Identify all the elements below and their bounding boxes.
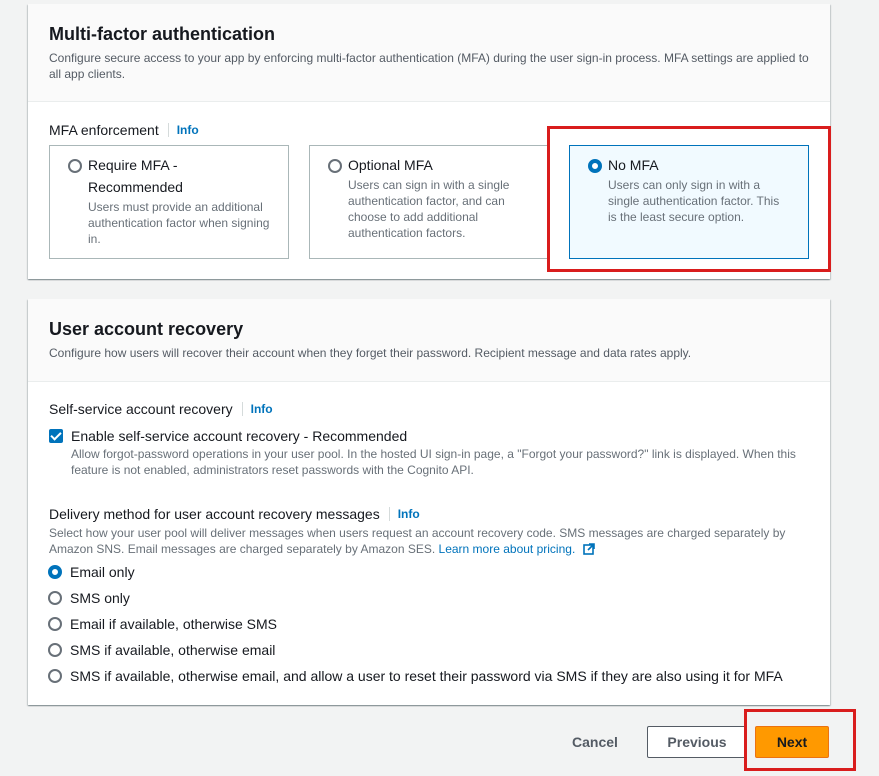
recovery-panel-header: User account recovery Configure how user… bbox=[28, 299, 830, 382]
delivery-option-label: SMS if available, otherwise email bbox=[70, 642, 276, 658]
delivery-label: Delivery method for user account recover… bbox=[49, 506, 380, 522]
delivery-description: Select how your user pool will deliver m… bbox=[49, 525, 809, 557]
delivery-desc-text: Select how your user pool will deliver m… bbox=[49, 526, 786, 556]
mfa-option-require[interactable]: Require MFA - Recommended Users must pro… bbox=[49, 145, 289, 259]
self-service-checkbox-desc: Allow forgot-password operations in your… bbox=[71, 447, 796, 477]
tile-desc-optional: Users can sign in with a single authenti… bbox=[348, 178, 510, 240]
tile-title-require: Require MFA - Recommended bbox=[88, 157, 183, 195]
recovery-panel: User account recovery Configure how user… bbox=[28, 299, 830, 705]
self-service-info-link[interactable]: Info bbox=[241, 402, 273, 416]
radio-optional-mfa[interactable] bbox=[328, 159, 342, 173]
radio-email-then-sms[interactable] bbox=[48, 617, 62, 631]
highlight-box-no-mfa bbox=[547, 126, 831, 272]
delivery-option-label: SMS if available, otherwise email, and a… bbox=[70, 668, 783, 684]
self-service-checkbox-label: Enable self-service account recovery - R… bbox=[71, 428, 408, 444]
delivery-option-email-then-sms[interactable]: Email if available, otherwise SMS bbox=[48, 616, 277, 632]
highlight-box-next bbox=[744, 709, 856, 771]
recovery-title: User account recovery bbox=[49, 319, 244, 339]
mfa-title: Multi-factor authentication bbox=[49, 24, 275, 44]
self-service-checkbox[interactable] bbox=[49, 429, 63, 443]
delivery-option-label: SMS only bbox=[70, 590, 130, 606]
delivery-option-label: Email only bbox=[70, 564, 135, 580]
delivery-option-sms-then-email[interactable]: SMS if available, otherwise email bbox=[48, 642, 275, 658]
radio-email-only[interactable] bbox=[48, 565, 62, 579]
self-service-label: Self-service account recovery bbox=[49, 401, 233, 417]
external-link-icon[interactable] bbox=[582, 543, 595, 555]
delivery-info-link[interactable]: Info bbox=[388, 507, 420, 521]
mfa-option-optional[interactable]: Optional MFA Users can sign in with a si… bbox=[309, 145, 549, 259]
delivery-option-sms-then-email-mfa[interactable]: SMS if available, otherwise email, and a… bbox=[48, 668, 783, 684]
mfa-enforcement-label-row: MFA enforcement Info bbox=[49, 122, 199, 138]
mfa-info-link[interactable]: Info bbox=[167, 123, 199, 137]
delivery-option-label: Email if available, otherwise SMS bbox=[70, 616, 277, 632]
learn-more-link[interactable]: Learn more about pricing. bbox=[439, 542, 576, 556]
self-service-label-row: Self-service account recovery Info bbox=[49, 401, 273, 417]
previous-button[interactable]: Previous bbox=[647, 726, 747, 758]
cancel-button[interactable]: Cancel bbox=[560, 726, 630, 758]
radio-sms-then-email-mfa[interactable] bbox=[48, 669, 62, 683]
self-service-checkbox-row[interactable]: Enable self-service account recovery - R… bbox=[49, 428, 407, 444]
delivery-option-sms-only[interactable]: SMS only bbox=[48, 590, 130, 606]
mfa-enforcement-label: MFA enforcement bbox=[49, 122, 159, 138]
mfa-panel-header: Multi-factor authentication Configure se… bbox=[28, 4, 830, 102]
radio-require-mfa[interactable] bbox=[68, 159, 82, 173]
radio-sms-only[interactable] bbox=[48, 591, 62, 605]
tile-desc-require: Users must provide an additional authent… bbox=[88, 200, 270, 246]
recovery-description: Configure how users will recover their a… bbox=[49, 346, 692, 360]
tile-title-optional: Optional MFA bbox=[348, 157, 433, 173]
delivery-label-row: Delivery method for user account recover… bbox=[49, 506, 420, 522]
radio-sms-then-email[interactable] bbox=[48, 643, 62, 657]
mfa-description: Configure secure access to your app by e… bbox=[49, 51, 809, 81]
delivery-option-email-only[interactable]: Email only bbox=[48, 564, 135, 580]
